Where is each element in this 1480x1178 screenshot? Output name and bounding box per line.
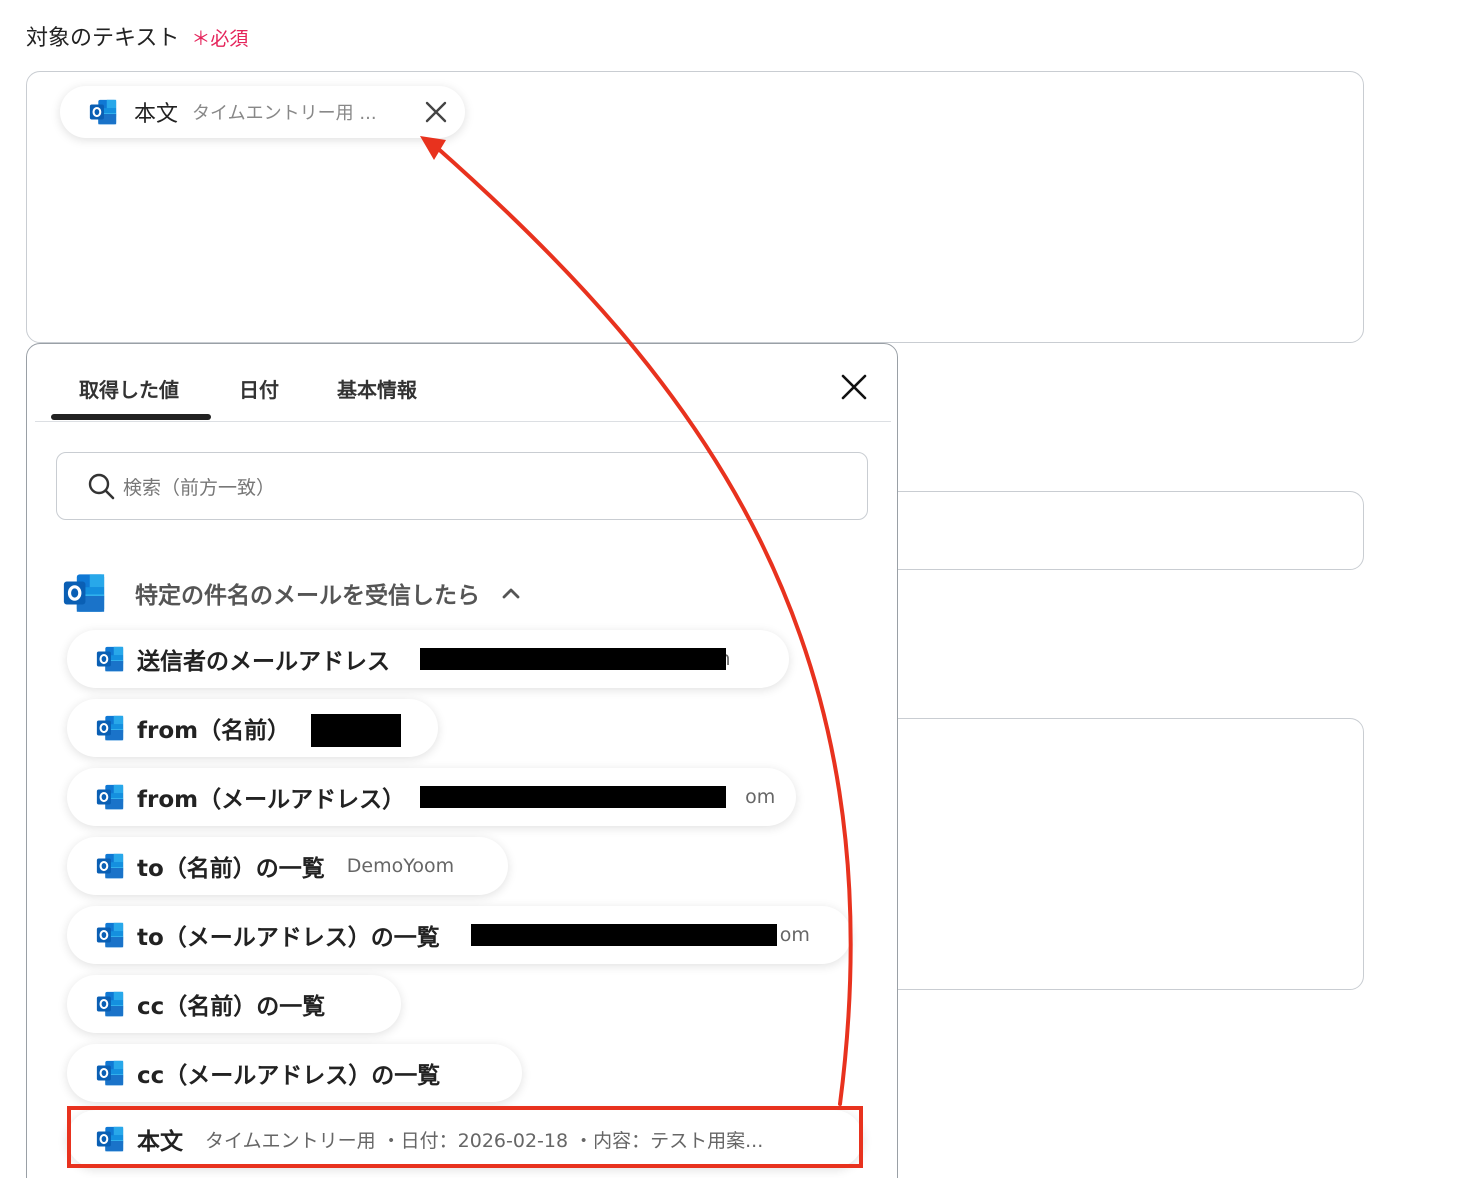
annotation-arrow bbox=[420, 136, 853, 1106]
